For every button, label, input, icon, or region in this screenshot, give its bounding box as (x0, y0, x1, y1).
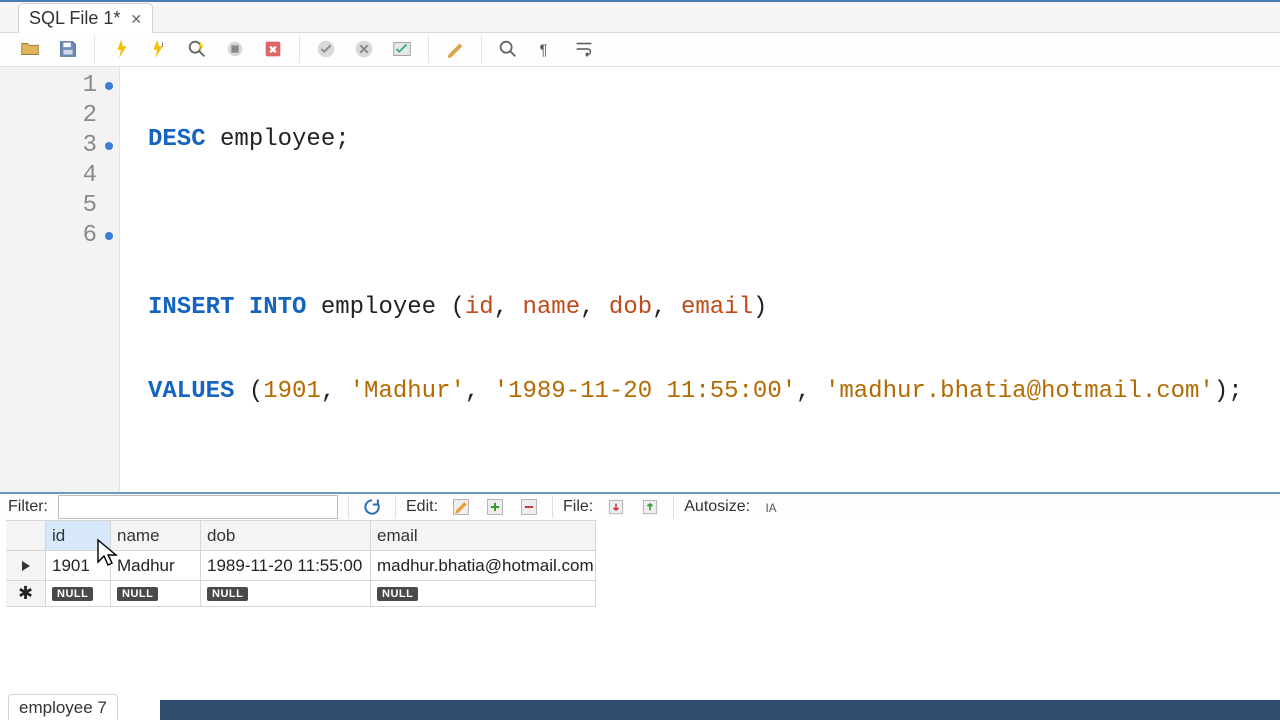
sql-editor[interactable]: 1 2 3 4 5 6 DESC employee; INSERT INTO e… (0, 67, 1280, 492)
cell-null[interactable]: NULL (46, 581, 111, 607)
col-header-email[interactable]: email (371, 521, 596, 551)
col-header-name[interactable]: name (111, 521, 201, 551)
refresh-button[interactable] (359, 494, 385, 520)
export-button[interactable] (637, 494, 663, 520)
commit-button[interactable] (310, 33, 342, 65)
import-button[interactable] (603, 494, 629, 520)
edit-row-button[interactable] (448, 494, 474, 520)
status-bar (160, 700, 1280, 720)
cell-null[interactable]: NULL (201, 581, 371, 607)
delete-row-button[interactable] (516, 494, 542, 520)
row-selector[interactable] (6, 551, 46, 581)
result-tab[interactable]: employee 7 (8, 694, 118, 720)
beautify-button[interactable] (439, 33, 471, 65)
grid-corner (6, 521, 46, 551)
explain-button[interactable] (181, 33, 213, 65)
wrap-button[interactable] (568, 33, 600, 65)
cell-email[interactable]: madhur.bhatia@hotmail.com (371, 551, 596, 581)
tab-sql-file[interactable]: SQL File 1* ✕ (18, 3, 153, 33)
col-header-id[interactable]: id (46, 521, 111, 551)
autosize-label: Autosize: (684, 498, 750, 516)
invisible-chars-button[interactable]: ¶ (530, 33, 562, 65)
result-toolbar: Filter: Edit: File: Autosize: IA (0, 492, 1280, 520)
cell-name[interactable]: Madhur (111, 551, 201, 581)
col-header-dob[interactable]: dob (201, 521, 371, 551)
find-button[interactable] (492, 33, 524, 65)
line-gutter: 1 2 3 4 5 6 (0, 67, 120, 492)
execute-button[interactable] (105, 33, 137, 65)
save-file-button[interactable] (52, 33, 84, 65)
cell-null[interactable]: NULL (111, 581, 201, 607)
autocommit-button[interactable] (386, 33, 418, 65)
svg-text:IA: IA (766, 502, 777, 515)
add-row-button[interactable] (482, 494, 508, 520)
cell-dob[interactable]: 1989-11-20 11:55:00 (201, 551, 371, 581)
file-label: File: (563, 498, 593, 516)
new-row-selector[interactable]: ✱ (6, 581, 46, 607)
tab-title: SQL File 1* (29, 8, 120, 29)
svg-text:і: і (162, 40, 164, 49)
stop-button[interactable] (219, 33, 251, 65)
edit-label: Edit: (406, 498, 438, 516)
code-area[interactable]: DESC employee; INSERT INTO employee (id,… (120, 67, 1280, 492)
result-panel: id name dob email 1901 Madhur 1989-11-20… (0, 520, 1280, 720)
editor-toolbar: і ✖ ¶ (0, 33, 1280, 67)
filter-label: Filter: (8, 498, 48, 516)
result-grid[interactable]: id name dob email 1901 Madhur 1989-11-20… (6, 520, 596, 607)
cell-id[interactable]: 1901 (46, 551, 111, 581)
autosize-button[interactable]: IA (760, 494, 786, 520)
tab-bar: SQL File 1* ✕ (0, 2, 1280, 33)
close-icon[interactable]: ✕ (130, 12, 142, 26)
stop-all-button[interactable]: ✖ (257, 33, 289, 65)
open-file-button[interactable] (14, 33, 46, 65)
svg-text:¶: ¶ (540, 43, 548, 59)
filter-input[interactable] (58, 495, 338, 519)
rollback-button[interactable] (348, 33, 380, 65)
cell-null[interactable]: NULL (371, 581, 596, 607)
svg-text:✖: ✖ (268, 45, 277, 57)
execute-current-button[interactable]: і (143, 33, 175, 65)
